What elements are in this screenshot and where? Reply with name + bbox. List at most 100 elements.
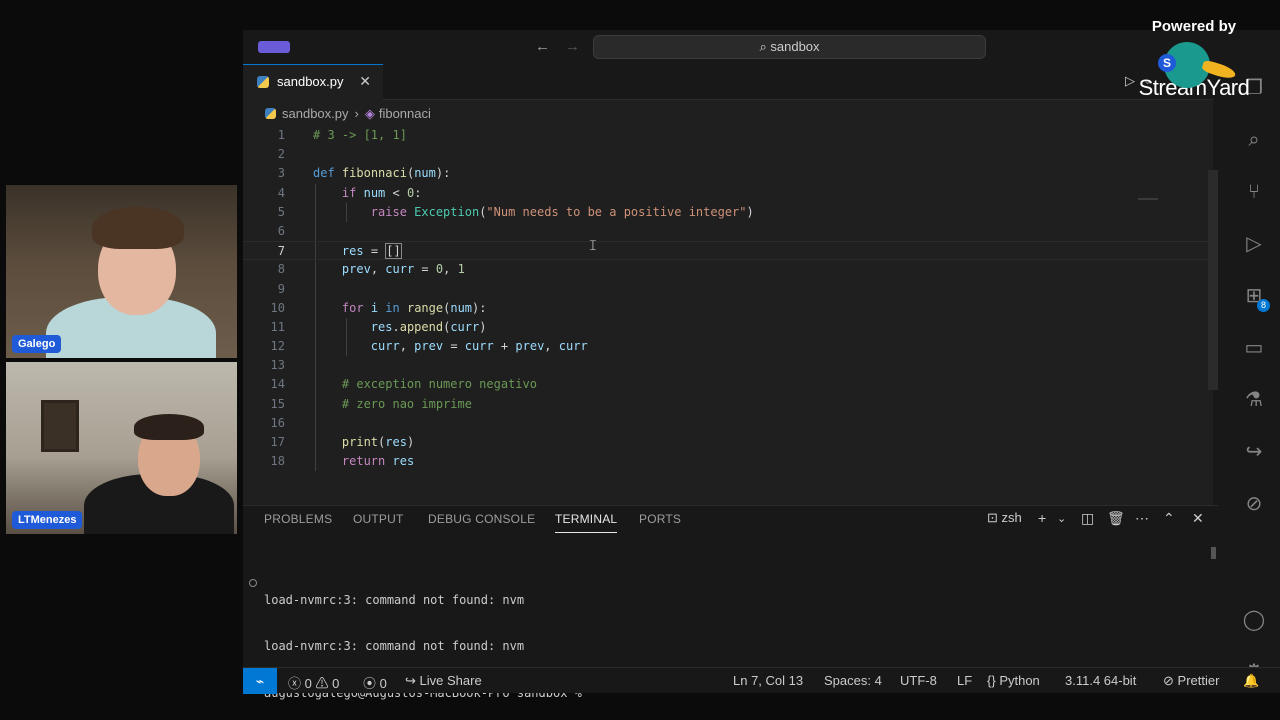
new-terminal-plus-icon[interactable]: + [1038,510,1046,526]
webcam-tile-galego: Galego [6,185,237,358]
account-icon[interactable]: ◯ [1240,606,1268,634]
breadcrumb: sandbox.py › ◈ fibonnaci [265,106,431,122]
terminal-prompt-marker-icon [249,579,257,587]
error-icon: ⓧ [288,676,302,691]
streamyard-watermark: Powered by S StreamYard [1124,18,1264,101]
terminal-line: load-nvmrc:3: command not found: nvm [264,593,525,608]
line-ending[interactable]: LF [957,673,972,688]
warning-icon: ⚠ [315,676,329,691]
code-line: 1 # 3 -> [1, 1] [277,128,407,142]
broadcast-icon: ⦿ [363,676,377,691]
language-mode[interactable]: {} Python [987,673,1040,688]
terminal-shell-selector[interactable]: ⊡ zsh [987,510,1022,526]
close-panel-icon[interactable]: ✕ [1192,510,1204,527]
tab-terminal[interactable]: TERMINAL [555,512,618,533]
more-actions-icon[interactable]: ⋯ [1135,510,1149,527]
code-line: 10 for i in range(num): [243,298,1213,318]
breadcrumb-separator: › [354,106,359,121]
tab-problems[interactable]: PROBLEMS [264,512,332,526]
search-icon: ⌕ [759,39,767,54]
code-line: 11 res.append(curr) [243,317,1213,338]
minimap[interactable] [1138,198,1158,200]
powered-by-text: Powered by [1151,18,1237,35]
code-line: 18 return res [243,452,1213,472]
code-line: 12 curr, prev = curr + prev, curr [243,337,1213,357]
code-line: 9 [243,279,1213,299]
kill-terminal-trash-icon[interactable]: 🗑 [1107,510,1125,527]
forward-arrow-icon[interactable]: → [565,38,580,55]
tab-ports[interactable]: PORTS [639,512,681,526]
prettier-check-icon: ⊘ [1163,673,1174,688]
search-text: sandbox [770,39,820,54]
vscode-window: ← → ⌕ sandbox sandbox.py ✕ ▷ ⌄ sandbox.p… [243,30,1280,700]
python-interpreter[interactable]: 3.11.4 64-bit [1065,673,1136,688]
code-line: 3 def fibonnaci(num): [277,166,451,181]
tab-debug-console[interactable]: DEBUG CONSOLE [428,512,535,526]
back-arrow-icon[interactable]: ← [535,38,550,55]
terminal-line: load-nvmrc:3: command not found: nvm [264,639,525,654]
code-line: 16 [243,413,1213,433]
editor-tab-bar: sandbox.py ✕ ▷ ⌄ [243,64,1213,100]
function-symbol-icon: ◈ [364,106,375,121]
streamyard-s-badge: S [1158,54,1176,72]
command-center-search[interactable]: ⌕ sandbox [593,35,986,59]
encoding[interactable]: UTF-8 [900,673,937,688]
code-line: 8 prev, curr = 0, 1 [243,260,1213,280]
code-lines: 1 # 3 -> [1, 1] 2 3 def fibonnaci(num): 4 … [243,126,1213,472]
code-line: 13 [243,356,1213,376]
testing-flask-icon[interactable]: ⚗ [1240,386,1268,414]
tab-label: sandbox.py [277,74,344,89]
code-editor[interactable]: sandbox.py › ◈ fibonnaci 1 # 3 -> [1, 1] 2 3… [243,100,1218,505]
terminal-icon: ⊡ [987,510,998,525]
extensions-icon[interactable]: ⊞ 8 [1240,282,1270,312]
search-icon[interactable]: ⌕ [1240,126,1268,154]
split-terminal-icon[interactable]: ◫ [1081,510,1094,527]
code-line: 4 if num < 0: [243,183,1213,203]
git-graph-icon[interactable]: ⊘ [1240,490,1268,518]
status-bar: ⌁ ⓧ 0 ⚠ 0 ⦿ 0 ↪ Live Share Ln 7, Col 13 … [243,667,1280,694]
participant-hair [92,207,184,249]
code-line: 17 print(res) [243,433,1213,453]
source-control-icon[interactable]: ⑂ [1240,178,1268,206]
chevron-down-icon[interactable]: ⌄ [1057,512,1066,525]
participant-name-tag: Galego [12,335,62,353]
participant-hair [134,414,204,440]
participant-name-tag: LTMenezes [12,511,83,529]
remote-indicator-icon[interactable]: ⌁ [243,668,277,694]
code-line: 15 # zero nao imprime [243,394,1213,414]
problems-status[interactable]: ⓧ 0 ⚠ 0 [288,673,339,692]
window-badge [258,41,290,53]
code-line: 5 raise Exception("Num needs to be a pos… [243,202,1213,222]
close-tab-icon[interactable]: ✕ [359,73,371,90]
live-share-icon[interactable]: ↪ [1240,438,1268,466]
prettier-status[interactable]: ⊘ Prettier [1163,673,1219,689]
live-share-status[interactable]: ↪ Live Share [405,673,482,689]
breadcrumb-file[interactable]: sandbox.py [282,106,349,121]
editor-scrollbar[interactable] [1208,170,1218,390]
mouse-ibeam-cursor: 𝙸 [588,237,598,253]
python-file-icon [257,76,269,88]
tab-sandbox-py[interactable]: sandbox.py ✕ [243,64,383,100]
ports-status[interactable]: ⦿ 0 [363,673,387,692]
webcam-tile-ltmenezes: LTMenezes [6,362,237,534]
cursor-position[interactable]: Ln 7, Col 13 [733,673,803,688]
braces-icon: {} [987,673,996,688]
activity-bar: ❐ ⌕ ⑂ ▷ ⊞8 ▭ ⚗ ↪ ⊘ ◯ ⚙1 [1228,70,1280,690]
wall-picture-frame [41,400,79,452]
breadcrumb-symbol[interactable]: fibonnaci [379,106,431,121]
terminal-output[interactable]: load-nvmrc:3: command not found: nvm loa… [249,547,582,720]
notifications-bell-icon[interactable]: 🔔 [1243,673,1259,689]
python-file-icon [265,108,276,119]
bottom-panel: PROBLEMS OUTPUT DEBUG CONSOLE TERMINAL P… [243,505,1218,700]
live-share-icon: ↪ [405,673,416,688]
indentation[interactable]: Spaces: 4 [824,673,882,688]
run-debug-icon[interactable]: ▷ [1240,230,1268,258]
terminal-scrollbar[interactable] [1211,547,1216,559]
code-line: 2 [277,147,285,162]
remote-explorer-icon[interactable]: ▭ [1240,334,1268,362]
tab-output[interactable]: OUTPUT [353,512,404,526]
shell-name: zsh [1001,510,1022,525]
code-line: 6 [243,221,1213,242]
code-line-current: 7 res = [] [243,241,1213,261]
maximize-panel-chevron-up-icon[interactable]: ⌃ [1163,510,1175,527]
